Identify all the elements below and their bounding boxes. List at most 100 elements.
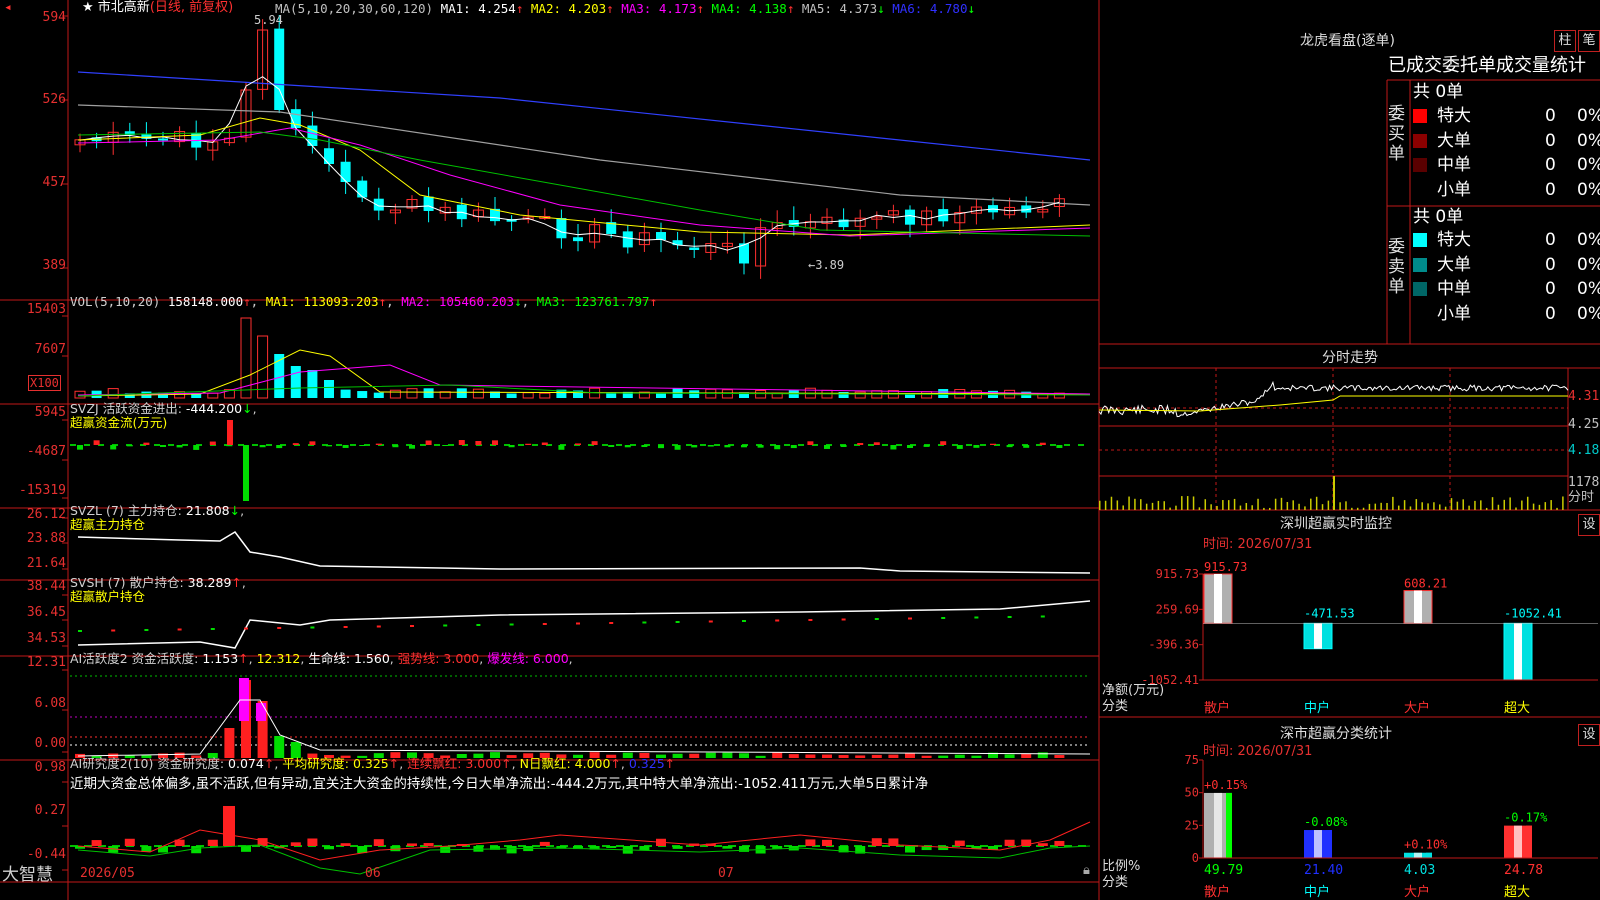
vol-legend: VOL(5,10,20) 158148.000↑, MA1: 113093.20… (70, 294, 658, 309)
ai-active-legend: AI活跃度2 资金活跃度: 1.153↑, 12.312, 生命线: 1.560… (70, 651, 573, 666)
intraday-vol-bar (1462, 499, 1464, 510)
bar-view-button[interactable]: 柱 (1554, 30, 1576, 52)
order-row: 中单 0 0% (1410, 154, 1600, 176)
svsh-mark (941, 617, 946, 619)
stock-name[interactable]: 市北高新 (98, 0, 150, 15)
monitor-settings-button[interactable]: 设 (1578, 514, 1600, 536)
svsh-axis-tick: 36.45 (26, 605, 66, 620)
svzj-bar (525, 443, 532, 445)
ai-active-bar (805, 754, 816, 758)
svsh-mark (476, 624, 481, 626)
order-row: 小单 0 0% (1410, 303, 1600, 325)
intraday-vol-bar (1544, 502, 1547, 510)
ma6-line (77, 71, 1091, 161)
order-percent: 0% (1577, 279, 1600, 299)
volume-bar-down (373, 392, 384, 398)
order-size-label: 特大 (1437, 106, 1471, 126)
order-count: 0 (1545, 155, 1556, 175)
vol-ma1: MA1: 113093.203 (265, 294, 379, 309)
svzj-bar (442, 445, 449, 447)
stat2-change-label: +0.15% (1204, 778, 1248, 792)
svzj-bar (209, 441, 216, 445)
volume-bar-up (755, 389, 767, 399)
ai-active-bar (855, 755, 866, 758)
svzj-bar (591, 441, 598, 445)
research-bar (639, 846, 650, 851)
intraday-vol-bar (1415, 499, 1418, 510)
tick-view-button[interactable]: 笔 (1578, 30, 1600, 52)
intraday-vol-bar (1280, 497, 1283, 510)
svzj-bar (824, 445, 830, 449)
order-row: 大单 0 0% (1410, 130, 1600, 152)
intraday-vol-bar (1485, 507, 1488, 510)
svzl-line (77, 531, 1091, 574)
date-tick: 2026/05 (80, 866, 135, 881)
research-bar (822, 839, 832, 846)
intraday-vol-bar (1315, 496, 1318, 510)
svsh-line (77, 600, 1091, 649)
candle-body-down (423, 196, 434, 211)
svsh-axis-tick: 34.53 (26, 631, 66, 646)
svzl-axis-tick: 21.64 (26, 556, 66, 571)
intraday-vol-bar (1210, 504, 1212, 510)
svzj-bar (227, 420, 233, 445)
intraday-vol-bar (1380, 502, 1382, 510)
svsh-mark (874, 618, 879, 620)
intraday-vol-bar (1269, 507, 1271, 510)
svzj-bar (1039, 442, 1046, 445)
volume-bar-down (357, 391, 368, 398)
side-chart-axis-tick: -396.36 (1148, 638, 1199, 652)
stat2-settings-button[interactable]: 设 (1578, 724, 1600, 746)
svzj-bar (890, 445, 897, 450)
order-row: 小单 0 0% (1410, 179, 1600, 201)
svzj-bar (990, 443, 996, 445)
order-count: 0 (1545, 279, 1556, 299)
monitor-bar-highlight (1414, 590, 1422, 624)
volume-bar-up (539, 392, 551, 399)
ma-values: MA1: 4.254↑ MA2: 4.203↑ MA3: 4.173↑ MA4:… (441, 1, 975, 16)
research-bar (290, 842, 301, 846)
intraday-vol-bar (1239, 505, 1242, 510)
svzj-bar (193, 445, 200, 450)
intraday-vol-bar (1321, 504, 1324, 510)
order-count: 0 (1545, 254, 1556, 275)
vol-scale-badge[interactable]: X100 (28, 375, 61, 391)
ai-active-bar (689, 753, 700, 758)
svsh-mark (343, 626, 348, 628)
order-percent: 0% (1577, 254, 1600, 275)
svsh-mark (509, 623, 514, 626)
ai-active-bar (739, 753, 749, 758)
volume-bar-up (107, 388, 119, 399)
star-icon[interactable]: ★ (82, 0, 94, 15)
dragon-title: 龙虎看盘(逐单) (1300, 33, 1395, 49)
svzj-bar (375, 443, 382, 445)
candle-body-down (905, 209, 915, 225)
svzj-bar (873, 442, 880, 445)
brand-logo[interactable]: 大智慧 (2, 865, 53, 885)
research-bar (124, 838, 135, 846)
intraday-vol-bar (1116, 500, 1119, 510)
svsh-mark (1040, 615, 1045, 618)
lock-icon[interactable]: 🔒︎ (1083, 864, 1090, 878)
intraday-vol-bar (1468, 505, 1470, 510)
intraday-vol-bar (1503, 499, 1506, 510)
svsh-mark (410, 625, 414, 627)
intraday-vol-bar (1409, 506, 1412, 510)
svsh-value: 38.289 (187, 575, 232, 590)
svsh-mark (775, 619, 780, 622)
adjust-mode[interactable]: (日线, 前复权) (150, 0, 233, 15)
intraday-vol-bar (1456, 501, 1459, 510)
monitor-category-label: 中户 (1304, 700, 1330, 716)
monitor-bar-value: -1052.41 (1504, 606, 1562, 620)
intraday-vol-bar (1227, 500, 1230, 510)
intraday-vol-bar (1386, 502, 1388, 510)
ai-active-bar (971, 755, 982, 758)
svzj-bar (691, 445, 698, 448)
research-bar (373, 839, 384, 846)
svzj-bar (1006, 445, 1013, 448)
svzj-bar (1056, 445, 1063, 448)
ai-active-value: 1.153 (202, 651, 239, 666)
buy-side-label: 委买单 (1388, 104, 1405, 164)
ai-research-axis-tick: 0.27 (34, 803, 66, 818)
intraday-vol-bar (1339, 502, 1341, 510)
